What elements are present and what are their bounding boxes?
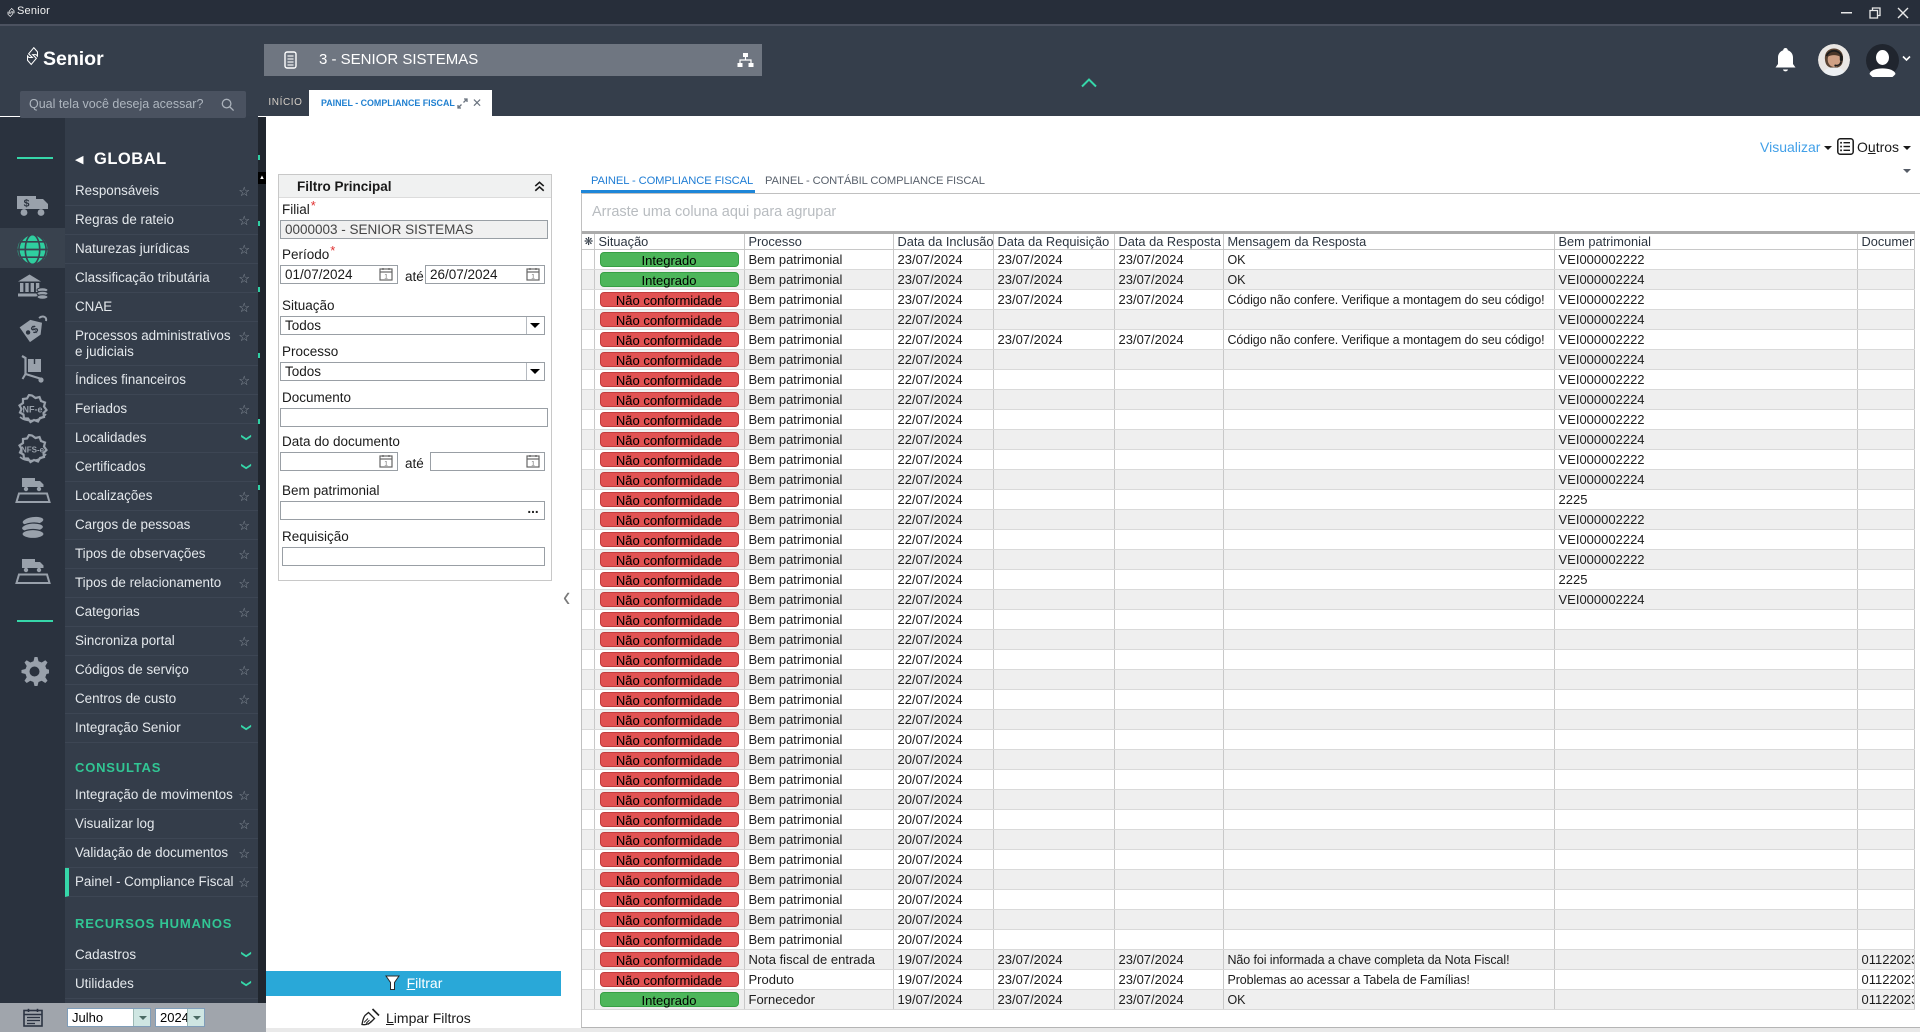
svg-text:1: 1 xyxy=(384,461,388,468)
svg-text:1: 1 xyxy=(531,461,535,468)
svg-text:$: $ xyxy=(23,198,29,210)
svg-text:NFS-e: NFS-e xyxy=(20,446,44,455)
svg-text:NF-e: NF-e xyxy=(22,405,42,415)
svg-text:1: 1 xyxy=(384,274,388,281)
svg-text:1: 1 xyxy=(531,274,535,281)
